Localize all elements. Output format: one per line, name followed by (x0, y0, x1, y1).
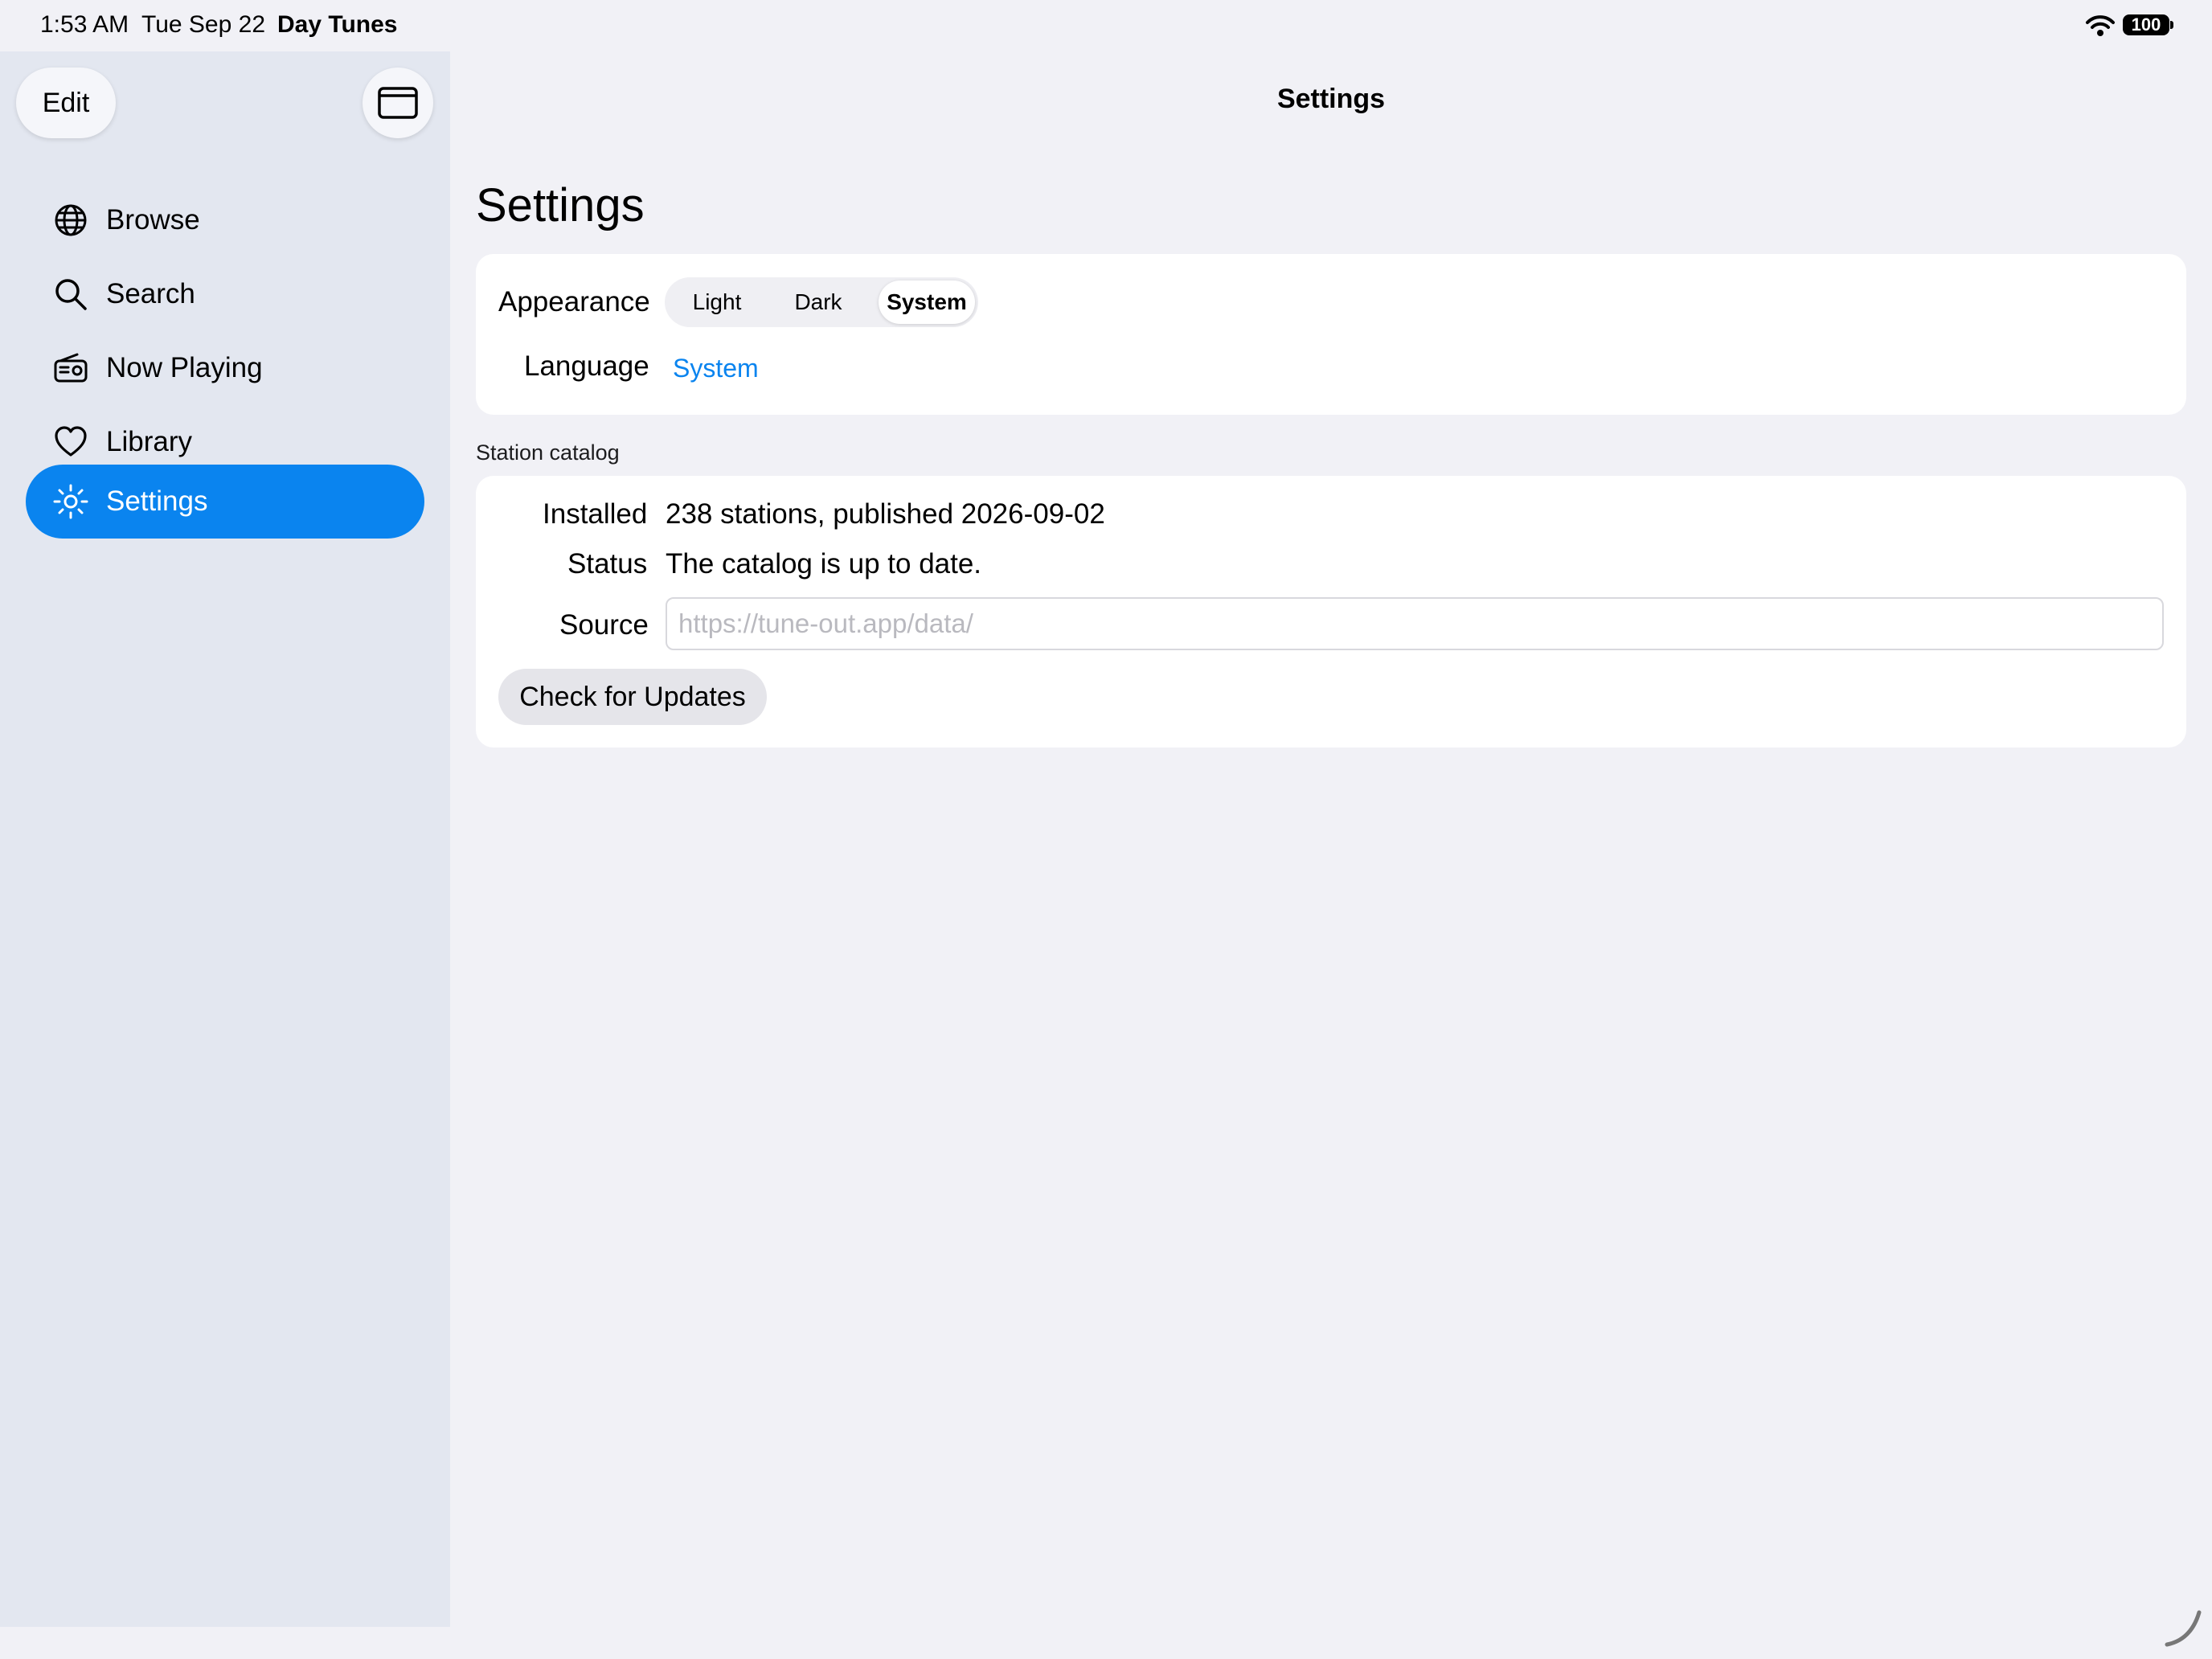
installed-label: Installed (543, 498, 648, 530)
battery-cap (2170, 21, 2173, 29)
appearance-option-light[interactable]: Light (668, 281, 766, 324)
sidebar-item-browse[interactable]: Browse (26, 183, 424, 257)
appearance-label: Appearance (498, 286, 650, 317)
source-label: Source (559, 609, 649, 641)
section-header-station-catalog: Station catalog (476, 440, 620, 465)
sidebar-item-search[interactable]: Search (26, 257, 424, 331)
check-for-updates-button[interactable]: Check for Updates (498, 669, 767, 725)
sidebar-toggle-icon (378, 87, 418, 119)
sidebar: Edit Browse Search Now Playing Library S… (0, 51, 450, 1627)
sidebar-item-label: Browse (106, 204, 200, 236)
installed-value: 238 stations, published 2026-09-02 (666, 498, 1105, 530)
status-bar: 1:53 AM Tue Sep 22 Day Tunes 100 (0, 0, 2212, 51)
status-date: Tue Sep 22 (141, 11, 265, 38)
language-picker[interactable]: System (673, 354, 759, 383)
edit-button[interactable]: Edit (16, 68, 116, 138)
appearance-option-system[interactable]: System (879, 281, 975, 324)
status-app-name: Day Tunes (277, 11, 398, 38)
radio-icon (53, 350, 88, 386)
appearance-option-dark[interactable]: Dark (769, 281, 867, 324)
heart-icon (53, 424, 88, 460)
sidebar-item-settings[interactable]: Settings (26, 465, 424, 539)
status-time: 1:53 AM (40, 11, 129, 38)
navigation-title: Settings (1276, 84, 1386, 114)
page-title: Settings (476, 179, 645, 231)
source-url-input[interactable] (666, 597, 2164, 650)
status-value: The catalog is up to date. (666, 548, 982, 580)
language-label: Language (524, 350, 649, 382)
battery-indicator: 100 (2123, 14, 2169, 35)
sidebar-item-label: Settings (106, 485, 208, 517)
magnifier-icon (53, 276, 88, 312)
screen: 1:53 AM Tue Sep 22 Day Tunes 100 Edit Br… (0, 0, 2212, 1659)
appearance-segmented-control: Light Dark System (665, 277, 978, 327)
sidebar-toggle-button[interactable] (363, 68, 433, 138)
sidebar-item-label: Now Playing (106, 352, 263, 383)
status-label: Status (567, 548, 648, 580)
wifi-icon (2086, 15, 2115, 36)
sun-gear-icon (53, 484, 88, 519)
sidebar-item-label: Search (106, 278, 195, 309)
sidebar-item-label: Library (106, 426, 192, 457)
sidebar-item-now-playing[interactable]: Now Playing (26, 331, 424, 405)
globe-icon (53, 203, 88, 238)
resize-handle-icon[interactable] (2162, 1608, 2204, 1649)
